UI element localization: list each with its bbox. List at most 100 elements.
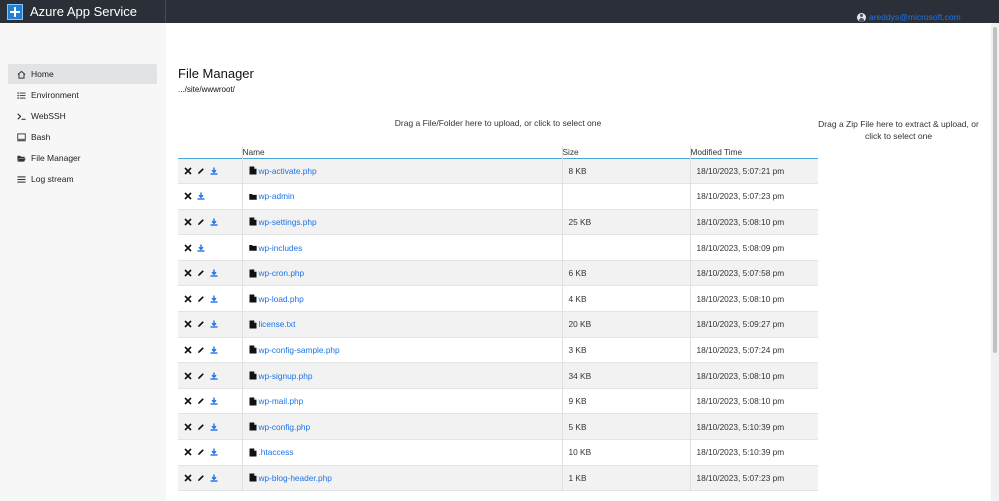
download-icon[interactable] — [210, 269, 218, 277]
home-icon — [16, 69, 26, 79]
user-account[interactable]: areddys@microsoft.com — [857, 12, 961, 22]
download-icon[interactable] — [210, 372, 218, 380]
row-actions — [178, 439, 243, 466]
download-icon[interactable] — [210, 423, 218, 431]
file-name-link[interactable]: wp-cron.php — [259, 268, 305, 278]
edit-pencil-icon[interactable] — [197, 218, 205, 226]
file-name-link[interactable]: license.txt — [259, 319, 296, 329]
modified-cell: 18/10/2023, 5:10:39 pm — [690, 414, 818, 440]
edit-pencil-icon[interactable] — [197, 269, 205, 277]
user-email[interactable]: areddys@microsoft.com — [869, 12, 961, 22]
file-name-link[interactable]: wp-blog-header.php — [259, 473, 332, 483]
row-actions — [178, 183, 243, 210]
download-icon[interactable] — [210, 397, 218, 405]
name-cell: .htaccess — [242, 439, 563, 466]
size-cell: 10 KB — [562, 439, 691, 466]
file-name-link[interactable]: wp-load.php — [259, 294, 304, 304]
delete-icon[interactable] — [184, 218, 192, 226]
modified-time: 18/10/2023, 5:07:21 pm — [696, 165, 785, 176]
download-icon[interactable] — [210, 474, 218, 482]
edit-pencil-icon[interactable] — [197, 423, 205, 431]
file-upload-dropzone[interactable]: Drag a File/Folder here to upload, or cl… — [178, 118, 818, 128]
name-cell: wp-activate.php — [242, 158, 563, 184]
delete-icon[interactable] — [184, 244, 192, 252]
modified-cell: 18/10/2023, 5:08:10 pm — [690, 209, 818, 235]
name-column-header[interactable]: Name — [242, 146, 563, 158]
edit-pencil-icon[interactable] — [197, 397, 205, 405]
download-icon[interactable] — [210, 218, 218, 226]
user-avatar-icon — [857, 12, 866, 22]
edit-pencil-icon[interactable] — [197, 372, 205, 380]
delete-icon[interactable] — [184, 269, 192, 277]
modified-cell: 18/10/2023, 5:08:10 pm — [690, 363, 818, 389]
edit-pencil-icon[interactable] — [197, 320, 205, 328]
scrollbar-thumb[interactable] — [993, 27, 997, 353]
delete-icon[interactable] — [184, 192, 192, 200]
table-row: .htaccess 10 KB 18/10/2023, 5:10:39 pm — [178, 439, 818, 466]
sidebar-item-log-stream[interactable]: Log stream — [8, 169, 157, 189]
modified-column-header[interactable]: Modified Time — [690, 146, 818, 158]
sidebar-item-home[interactable]: Home — [8, 64, 157, 84]
modified-time: 18/10/2023, 5:09:27 pm — [696, 319, 785, 330]
name-cell: wp-blog-header.php — [242, 465, 563, 491]
sidebar-item-environment[interactable]: Environment — [8, 85, 157, 105]
breadcrumb-path: .../site/wwwroot/ — [178, 85, 235, 94]
terminal-icon — [16, 111, 26, 121]
name-cell: wp-settings.php — [242, 209, 563, 235]
sidebar-item-bash[interactable]: Bash — [8, 127, 157, 147]
file-name-link[interactable]: wp-admin — [259, 191, 295, 201]
file-name-link[interactable]: wp-signup.php — [259, 371, 313, 381]
edit-pencil-icon[interactable] — [197, 167, 205, 175]
file-name-link[interactable]: wp-activate.php — [259, 166, 317, 176]
file-size — [563, 243, 569, 253]
modified-time: 18/10/2023, 5:08:10 pm — [696, 293, 785, 304]
zip-upload-dropzone[interactable]: Drag a Zip File here to extract & upload… — [816, 118, 981, 142]
edit-pencil-icon[interactable] — [197, 474, 205, 482]
delete-icon[interactable] — [184, 397, 192, 405]
file-size: 10 KB — [568, 447, 592, 458]
download-icon[interactable] — [210, 448, 218, 457]
size-cell — [562, 183, 691, 210]
download-icon[interactable] — [210, 167, 218, 175]
delete-icon[interactable] — [184, 423, 192, 431]
file-name-link[interactable]: wp-includes — [259, 243, 303, 253]
row-actions — [178, 209, 243, 235]
download-icon[interactable] — [210, 346, 218, 354]
file-icon — [249, 294, 257, 303]
name-cell: wp-mail.php — [242, 388, 563, 414]
edit-pencil-icon[interactable] — [197, 448, 205, 456]
file-name-link[interactable]: wp-mail.php — [259, 396, 304, 406]
name-cell: wp-cron.php — [242, 260, 563, 286]
name-cell: license.txt — [242, 311, 563, 338]
download-icon[interactable] — [210, 320, 218, 329]
sidebar-item-label: Bash — [31, 132, 51, 142]
download-icon[interactable] — [197, 244, 205, 252]
table-header-row: Name Size Modified Time — [178, 146, 818, 158]
file-name-link[interactable]: .htaccess — [259, 447, 294, 457]
modified-time: 18/10/2023, 5:07:23 pm — [696, 472, 785, 483]
delete-icon[interactable] — [184, 371, 192, 380]
file-name-link[interactable]: wp-config.php — [259, 422, 311, 432]
download-icon[interactable] — [210, 295, 218, 303]
download-icon[interactable] — [197, 192, 205, 201]
page-scrollbar[interactable] — [991, 23, 999, 501]
delete-icon[interactable] — [184, 167, 192, 175]
sidebar-item-webssh[interactable]: WebSSH — [8, 106, 157, 126]
name-cell: wp-admin — [242, 183, 563, 210]
delete-icon[interactable] — [184, 320, 192, 328]
edit-pencil-icon[interactable] — [197, 346, 205, 354]
file-name-link[interactable]: wp-config-sample.php — [259, 345, 340, 355]
name-cell: wp-config.php — [242, 413, 563, 440]
log-icon — [16, 174, 26, 184]
delete-icon[interactable] — [184, 346, 192, 354]
file-name-link[interactable]: wp-settings.php — [259, 217, 317, 227]
delete-icon[interactable] — [184, 448, 192, 456]
modified-time: 18/10/2023, 5:08:10 pm — [696, 370, 785, 381]
file-icon — [249, 166, 257, 175]
brand[interactable]: Azure App Service — [0, 0, 166, 23]
edit-pencil-icon[interactable] — [197, 295, 205, 303]
delete-icon[interactable] — [184, 474, 192, 482]
delete-icon[interactable] — [184, 295, 192, 303]
sidebar-item-file-manager[interactable]: File Manager — [8, 148, 157, 168]
size-column-header[interactable]: Size — [562, 146, 691, 158]
